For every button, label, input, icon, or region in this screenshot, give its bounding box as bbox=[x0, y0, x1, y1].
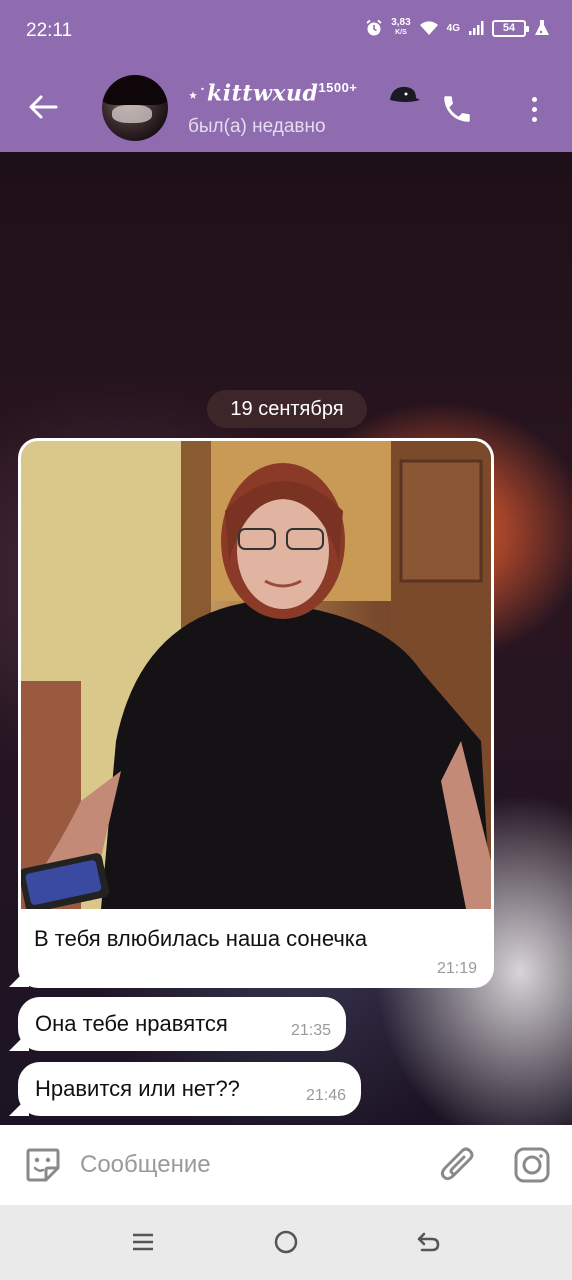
message-time: 21:46 bbox=[305, 1087, 346, 1104]
message-text: Она тебе нравятся bbox=[35, 1011, 228, 1036]
message-time: 21:19 bbox=[436, 960, 477, 977]
signal-icon bbox=[469, 21, 484, 35]
back-icon bbox=[417, 1232, 440, 1252]
system-nav-bar bbox=[0, 1205, 572, 1280]
sparkle-icon: ⋆˙ bbox=[188, 85, 208, 105]
recent-apps-button[interactable] bbox=[128, 1227, 158, 1257]
network-type: 4G bbox=[446, 22, 460, 34]
back-arrow-icon bbox=[29, 95, 58, 119]
contact-name[interactable]: ⋆˙kittwxud1500+ bbox=[188, 80, 357, 106]
battery-level: 54 bbox=[502, 22, 516, 34]
status-icons: 3,83 K/S 4G 54 bbox=[365, 18, 550, 38]
photo-message-bubble[interactable]: В тебя влюбилась наша сонечка 21:19 bbox=[18, 438, 494, 988]
date-divider: 19 сентября bbox=[207, 390, 367, 428]
cap-icon bbox=[390, 86, 420, 102]
attach-button[interactable] bbox=[438, 1145, 478, 1185]
wifi-icon bbox=[419, 21, 438, 35]
camera-icon bbox=[514, 1147, 550, 1183]
home-icon bbox=[274, 1230, 298, 1254]
more-options-button[interactable] bbox=[522, 92, 546, 126]
contact-name-text: kittwxud bbox=[207, 80, 319, 107]
alarm-icon bbox=[366, 19, 382, 36]
phone-icon bbox=[444, 96, 470, 122]
message-text: Нравится или нет?? bbox=[35, 1076, 240, 1101]
contact-badge: 1500+ bbox=[318, 80, 358, 95]
sticker-icon bbox=[26, 1148, 60, 1182]
chat-header: ⋆˙kittwxud1500+ был(а) недавно bbox=[0, 62, 572, 152]
call-button[interactable] bbox=[440, 92, 474, 126]
nav-back-button[interactable] bbox=[414, 1227, 444, 1257]
net-speed-unit: K/S bbox=[395, 29, 407, 36]
message-input[interactable] bbox=[80, 1143, 420, 1187]
chat-area[interactable]: 19 сентября В тебя влюбилась наша сонечк… bbox=[0, 152, 572, 1125]
flask-icon bbox=[535, 20, 549, 35]
message-time: 21:35 bbox=[290, 1022, 331, 1039]
paperclip-icon bbox=[440, 1147, 474, 1181]
sticker-button[interactable] bbox=[24, 1146, 62, 1184]
photo-caption: В тебя влюбилась наша сонечка bbox=[34, 926, 368, 951]
net-speed-value: 3,83 bbox=[391, 17, 411, 28]
recent-apps-icon bbox=[133, 1233, 153, 1251]
status-time: 22:11 bbox=[26, 20, 73, 41]
camera-button[interactable] bbox=[513, 1146, 551, 1184]
contact-status: был(а) недавно bbox=[188, 116, 326, 137]
more-dot bbox=[531, 106, 537, 112]
photo-illustration bbox=[21, 441, 491, 909]
home-button[interactable] bbox=[271, 1227, 301, 1257]
more-dot bbox=[531, 116, 537, 122]
status-bar: 22:11 3,83 K/S 4G 54 bbox=[0, 0, 572, 62]
back-button[interactable] bbox=[26, 90, 60, 124]
message-bubble[interactable]: Она тебе нравятся 21:35 bbox=[18, 997, 346, 1051]
net-speed: 3,83 K/S bbox=[391, 18, 410, 38]
battery-indicator: 54 bbox=[492, 19, 529, 37]
message-photo[interactable] bbox=[21, 441, 491, 909]
contact-avatar[interactable] bbox=[102, 75, 168, 141]
more-vertical-icon bbox=[531, 96, 537, 102]
composer-bar bbox=[0, 1125, 572, 1205]
message-bubble[interactable]: Нравится или нет?? 21:46 bbox=[18, 1062, 361, 1116]
